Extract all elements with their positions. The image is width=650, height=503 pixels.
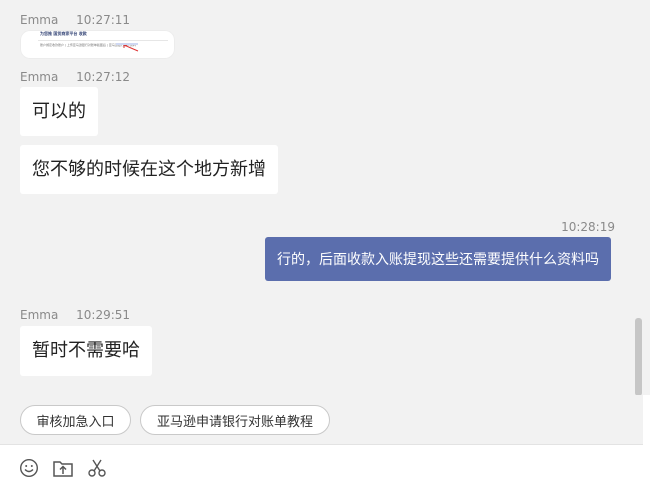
thumbnail-title: 为您推 国货商家平台 收款 <box>40 31 87 36</box>
message-meta: Emma 10:29:51 <box>20 308 130 322</box>
message-meta: Emma 10:27:11 <box>20 13 130 27</box>
message-meta: 10:28:19 <box>561 220 615 234</box>
emoji-icon[interactable] <box>17 456 41 480</box>
outgoing-message-bubble[interactable]: 行的，后面收款入账提现这些还需要提供什么资料吗 <box>265 237 611 281</box>
thumbnail-divider <box>38 40 168 41</box>
quick-reply-button[interactable]: 亚马逊申请银行对账单教程 <box>140 405 330 435</box>
scissors-icon[interactable] <box>85 456 109 480</box>
message-time: 10:28:19 <box>561 220 615 234</box>
incoming-message-bubble[interactable]: 暂时不需要哈 <box>20 326 152 376</box>
sender-name: Emma <box>20 70 59 84</box>
message-text: 可以的 <box>32 100 86 122</box>
quick-reply-button[interactable]: 审核加急入口 <box>20 405 131 435</box>
message-text: 您不够的时候在这个地方新增 <box>32 158 266 180</box>
message-time: 10:27:11 <box>76 13 131 27</box>
quick-reply-label: 审核加急入口 <box>36 414 115 430</box>
quick-reply-label: 亚马逊申请银行对账单教程 <box>156 414 313 430</box>
scrollbar-track[interactable] <box>643 0 650 395</box>
incoming-message-bubble[interactable]: 可以的 <box>20 87 98 136</box>
message-text: 暂时不需要哈 <box>32 340 140 361</box>
message-text: 行的，后面收款入账提现这些还需要提供什么资料吗 <box>277 252 599 268</box>
scrollbar-thumb[interactable] <box>635 318 642 396</box>
message-time: 10:27:12 <box>76 70 131 84</box>
image-message-thumbnail[interactable]: 为您推 国货商家平台 收款 账户绑定收款账户 | 上传亚马逊银行对账单截图后 |… <box>20 30 175 59</box>
incoming-message-bubble[interactable]: 您不够的时候在这个地方新增 <box>20 145 278 194</box>
message-time: 10:29:51 <box>76 308 131 322</box>
sender-name: Emma <box>20 13 59 27</box>
upload-file-icon[interactable] <box>51 456 75 480</box>
thumbnail-highlight <box>116 43 138 45</box>
toolbar-divider <box>0 444 643 445</box>
sender-name: Emma <box>20 308 59 322</box>
message-meta: Emma 10:27:12 <box>20 70 130 84</box>
chat-message-area: Emma 10:27:11 为您推 国货商家平台 收款 账户绑定收款账户 | 上… <box>0 0 643 395</box>
